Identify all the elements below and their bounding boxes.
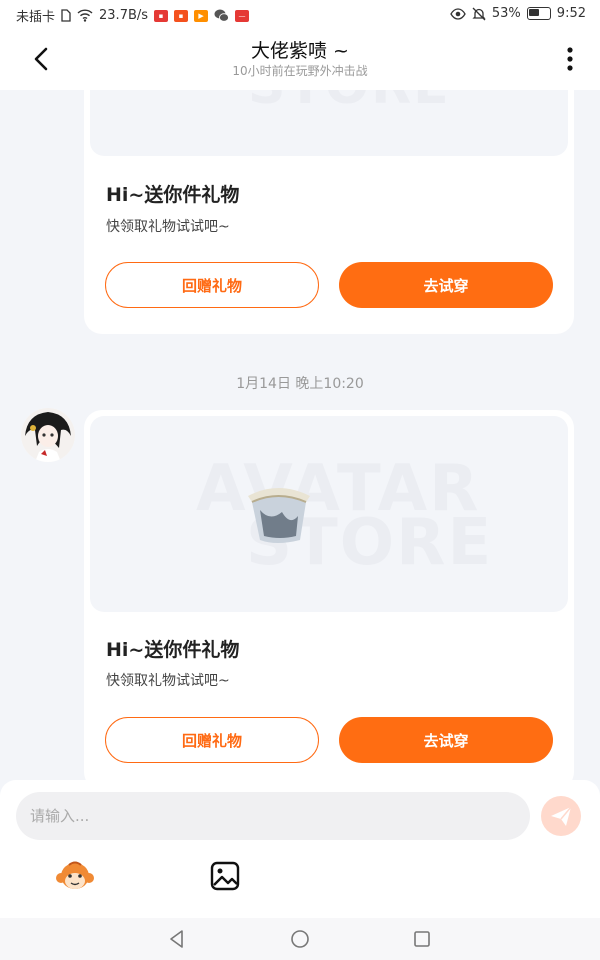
message-list[interactable]: STORE Hi~送你件礼物 快领取礼物试试吧~ 回赠礼物 去试穿 1月14日 … <box>0 90 600 780</box>
nav-recents-button[interactable] <box>411 928 433 950</box>
image-button[interactable] <box>205 856 245 896</box>
chat-header: 大佬紫啧 ~ 10小时前在玩野外冲击战 <box>0 28 600 90</box>
try-on-button[interactable]: 去试穿 <box>339 262 553 308</box>
try-on-button[interactable]: 去试穿 <box>339 717 553 763</box>
gift-title: Hi~送你件礼物 <box>106 639 240 661</box>
nav-back-button[interactable] <box>166 928 188 950</box>
more-button[interactable] <box>560 44 580 74</box>
system-nav-bar <box>0 918 600 960</box>
app-notification-icon: ▪ <box>154 9 169 22</box>
message-input[interactable] <box>16 792 530 840</box>
clock: 9:52 <box>556 6 586 21</box>
nav-home-button[interactable] <box>289 928 311 950</box>
wechat-icon <box>214 9 229 22</box>
gift-description: 快领取礼物试试吧~ <box>106 673 230 689</box>
sender-avatar[interactable] <box>21 408 75 462</box>
gift-image: AVATAR STORE <box>90 416 568 612</box>
send-button[interactable] <box>541 796 581 836</box>
gift-message-card: STORE Hi~送你件礼物 快领取礼物试试吧~ 回赠礼物 去试穿 <box>84 90 574 334</box>
chat-title: 大佬紫啧 ~ <box>251 40 349 62</box>
input-bar <box>0 780 600 920</box>
battery-percent: 53% <box>491 6 521 21</box>
return-gift-button[interactable]: 回赠礼物 <box>105 717 319 763</box>
square-recents-icon <box>414 931 430 947</box>
gift-message-card: AVATAR STORE Hi~送你件礼物 快领取礼物试试吧~ 回赠礼物 去试穿 <box>84 410 574 780</box>
gift-title: Hi~送你件礼物 <box>106 184 240 206</box>
app-notification-icon: ▪ <box>174 9 189 22</box>
triangle-back-icon <box>170 930 183 948</box>
gift-description: 快领取礼物试试吧~ <box>106 219 230 235</box>
image-icon <box>210 861 240 891</box>
monkey-face-icon <box>56 861 94 889</box>
sim-icon <box>61 9 71 22</box>
sticker-button[interactable] <box>55 856 95 896</box>
battery-icon <box>526 7 551 20</box>
avatar-image <box>21 408 75 462</box>
video-app-icon: ▶ <box>194 9 209 22</box>
carrier-text: 未插卡 <box>16 10 56 25</box>
gift-item-image <box>248 488 310 543</box>
wifi-icon <box>77 9 93 22</box>
gift-image: STORE <box>90 90 568 156</box>
watermark: STORE <box>248 90 451 116</box>
message-timestamp: 1月14日 晚上10:20 <box>236 376 364 392</box>
app-notification-icon: — <box>235 9 250 22</box>
paper-plane-icon <box>551 806 572 826</box>
return-gift-button[interactable]: 回赠礼物 <box>105 262 319 308</box>
mute-bell-icon <box>472 7 486 20</box>
chat-subtitle: 10小时前在玩野外冲击战 <box>232 64 368 78</box>
circle-home-icon <box>291 930 309 948</box>
eye-icon <box>450 7 466 20</box>
more-vertical-icon <box>567 47 573 71</box>
network-speed: 23.7B/s <box>99 8 149 23</box>
status-bar: 未插卡 23.7B/s ▪ ▪ ▶ — 53% 9:52 <box>0 0 600 28</box>
